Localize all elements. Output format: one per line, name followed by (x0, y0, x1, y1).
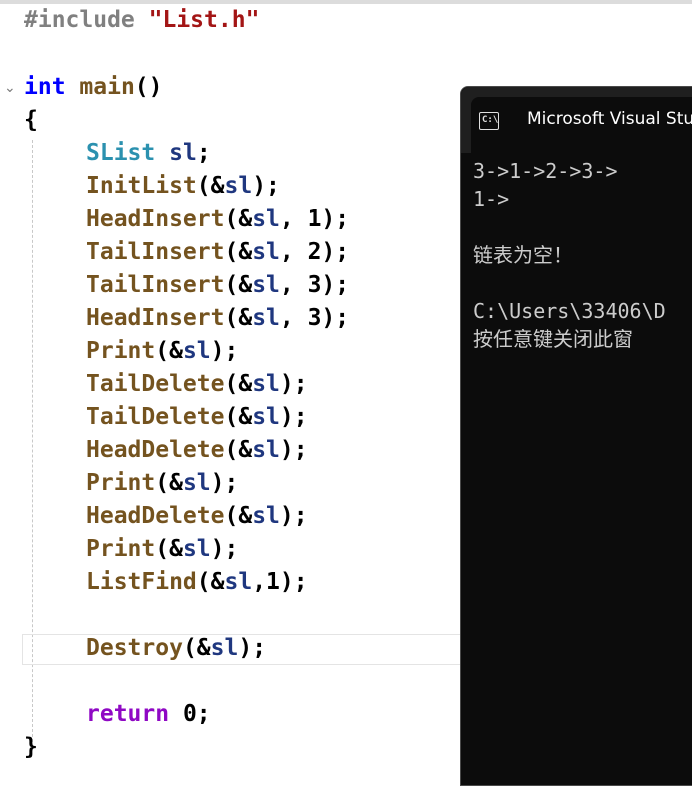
var-name: sl (252, 206, 280, 232)
punc: (& (224, 503, 253, 529)
punc: (& (224, 437, 253, 463)
code-line-decl[interactable]: SList sl; (86, 137, 211, 170)
var-name: sl (169, 140, 197, 166)
code-line-destroy[interactable]: Destroy(&sl); (86, 632, 266, 665)
function-call: Print (86, 536, 156, 562)
code-line-call[interactable]: HeadDelete(&sl); (86, 434, 308, 467)
function-call: TailInsert (86, 239, 225, 265)
code-line-main[interactable]: int main() (24, 71, 163, 104)
console-output-line: 按任意键关闭此窗 (473, 327, 633, 351)
punc: (& (224, 272, 253, 298)
var-name: sl (252, 239, 280, 265)
punc: ); (279, 371, 308, 397)
punc: (& (224, 206, 253, 232)
punc: (& (224, 239, 253, 265)
code-line-call[interactable]: TailInsert(&sl, 3); (86, 269, 349, 302)
var-name: sl (252, 371, 280, 397)
punc: (& (155, 470, 183, 496)
code-line-call[interactable]: Print(&sl); (86, 467, 238, 500)
punc: (& (224, 305, 253, 331)
function-call: HeadInsert (86, 206, 225, 232)
collapse-icon[interactable]: ⌄ (4, 80, 16, 96)
return-keyword: return (86, 701, 170, 727)
var-name: sl (182, 470, 211, 496)
var-name: sl (252, 437, 280, 463)
parens: () (134, 74, 163, 100)
var-name: sl (182, 536, 211, 562)
punc: (& (182, 635, 211, 661)
function-name: main (79, 74, 135, 100)
var-name: sl (252, 272, 280, 298)
console-output-line: C:\Users\33406\D (473, 299, 666, 323)
console-window[interactable]: C:\ Microsoft Visual Stu 3->1->2->3-> 1->… (460, 86, 692, 786)
punc: ); (279, 503, 308, 529)
punc: (& (224, 371, 253, 397)
punc: ,1); (252, 569, 308, 595)
type-name: SList (86, 140, 156, 166)
punc: , 3); (279, 272, 350, 298)
punc: ); (252, 173, 280, 199)
code-line-call[interactable]: HeadDelete(&sl); (86, 500, 308, 533)
function-call: TailDelete (86, 371, 225, 397)
include-file: "List.h" (148, 7, 260, 33)
semicolon: ; (196, 140, 211, 166)
cmd-icon: C:\ (479, 112, 499, 130)
var-name: sl (252, 305, 280, 331)
code-line-close-brace[interactable]: } (24, 731, 38, 764)
function-call: Print (86, 338, 156, 364)
console-output-line: 链表为空！ (473, 243, 573, 267)
code-line-return[interactable]: return 0; (86, 698, 211, 731)
code-line-open-brace[interactable]: { (24, 104, 38, 137)
include-directive: #include (24, 7, 135, 33)
var-name: sl (224, 173, 253, 199)
console-output-line: 3->1->2->3-> (473, 159, 618, 183)
return-value: 0; (182, 701, 211, 727)
function-call: TailDelete (86, 404, 225, 430)
punc: , 2); (279, 239, 350, 265)
return-type: int (24, 74, 66, 100)
var-name: sl (210, 635, 239, 661)
punc: ); (279, 404, 308, 430)
code-line-include[interactable]: #include "List.h" (24, 4, 259, 37)
code-line-call[interactable]: Print(&sl); (86, 533, 238, 566)
code-line-call[interactable]: HeadInsert(&sl, 1); (86, 203, 349, 236)
console-output-line: 1-> (473, 187, 510, 211)
var-name: sl (182, 338, 211, 364)
function-call: HeadDelete (86, 437, 225, 463)
function-call: TailInsert (86, 272, 225, 298)
function-call: InitList (86, 173, 197, 199)
code-line-call[interactable]: HeadInsert(&sl, 3); (86, 302, 349, 335)
punc: , 3); (279, 305, 350, 331)
close-brace: } (24, 734, 38, 760)
code-line-call[interactable]: TailDelete(&sl); (86, 368, 308, 401)
punc: ); (210, 470, 239, 496)
function-call: HeadDelete (86, 503, 225, 529)
code-line-call[interactable]: TailInsert(&sl, 2); (86, 236, 349, 269)
var-name: sl (224, 569, 253, 595)
punc: (& (224, 404, 253, 430)
function-call: ListFind (86, 569, 197, 595)
code-line-call[interactable]: InitList(&sl); (86, 170, 280, 203)
punc: (& (155, 338, 183, 364)
function-call: HeadInsert (86, 305, 225, 331)
function-call: Print (86, 470, 156, 496)
var-name: sl (252, 404, 280, 430)
punc: ); (210, 338, 239, 364)
code-line-call[interactable]: Print(&sl); (86, 335, 238, 368)
punc: ); (238, 635, 267, 661)
code-line-call[interactable]: ListFind(&sl,1); (86, 566, 308, 599)
open-brace: { (24, 107, 38, 133)
console-title: Microsoft Visual Stu (527, 109, 692, 129)
punc: ); (279, 437, 308, 463)
code-line-call[interactable]: TailDelete(&sl); (86, 401, 308, 434)
punc: (& (196, 173, 225, 199)
punc: ); (210, 536, 239, 562)
punc: (& (196, 569, 225, 595)
punc: , 1); (279, 206, 350, 232)
function-call: Destroy (86, 635, 183, 661)
var-name: sl (252, 503, 280, 529)
punc: (& (155, 536, 183, 562)
